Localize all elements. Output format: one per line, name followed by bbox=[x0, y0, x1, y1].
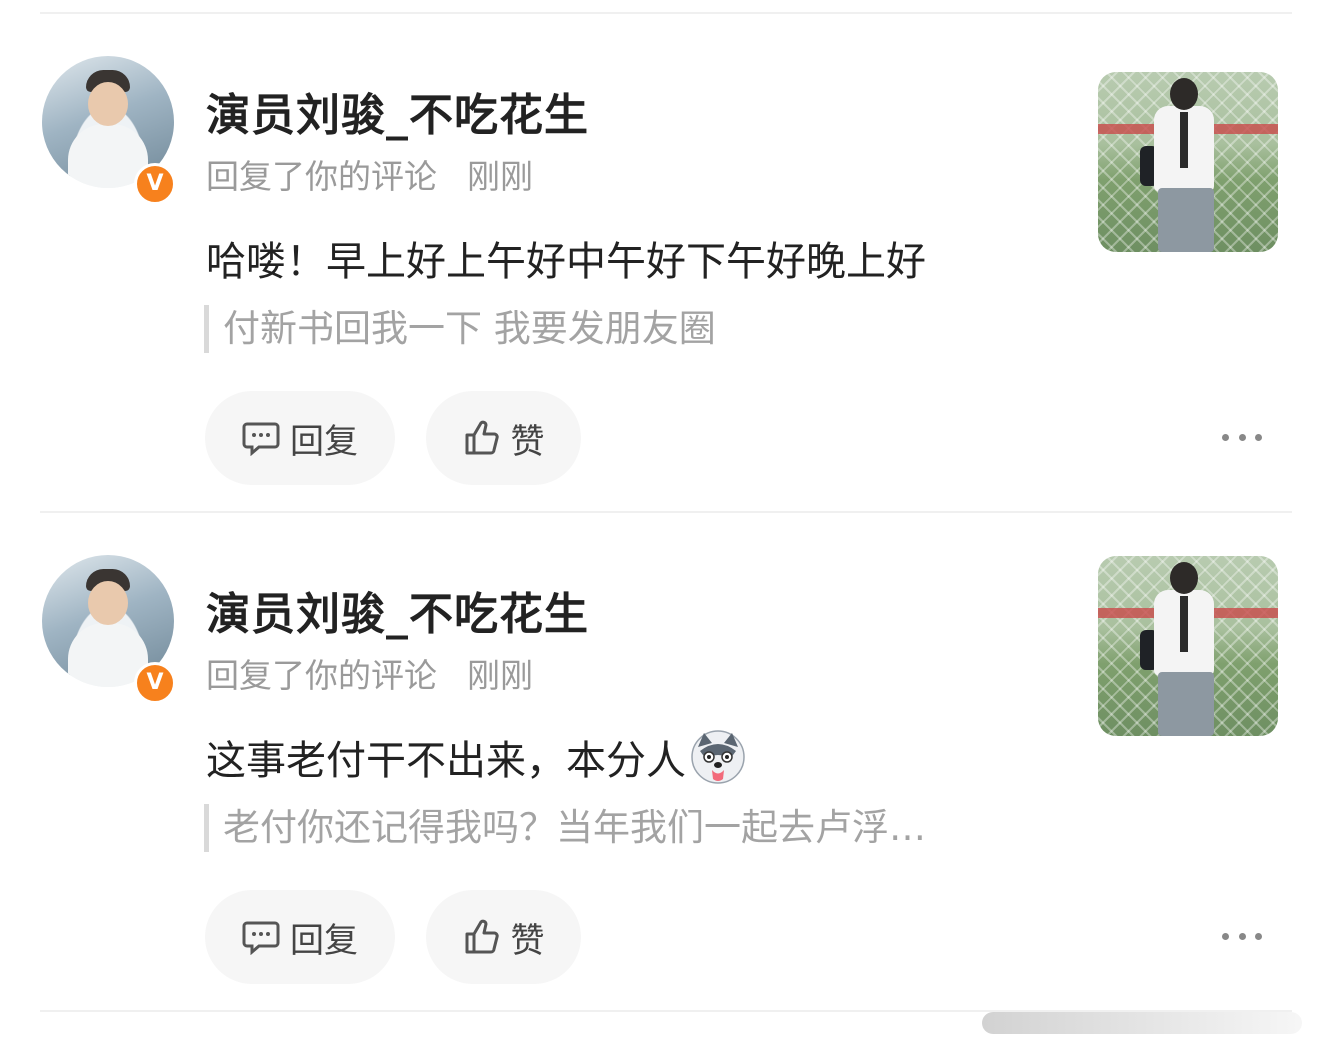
husky-emoji-icon bbox=[691, 730, 745, 784]
quoted-comment[interactable]: 付新书回我一下 我要发朋友圈 bbox=[204, 305, 716, 353]
reply-button[interactable]: 回复 bbox=[205, 391, 395, 485]
post-thumbnail[interactable] bbox=[1098, 72, 1278, 252]
timestamp: 刚刚 bbox=[467, 157, 533, 196]
reply-text: 这事老付干不出来，本分人 bbox=[206, 728, 746, 791]
username[interactable]: 演员刘骏_不吃花生 bbox=[206, 578, 589, 642]
post-thumbnail[interactable] bbox=[1098, 556, 1278, 736]
reply-text-content: 这事老付干不出来，本分人 bbox=[206, 738, 686, 784]
action-text: 回复了你的评论 bbox=[206, 656, 437, 695]
username[interactable]: 演员刘骏_不吃花生 bbox=[206, 79, 589, 143]
more-options-icon[interactable] bbox=[1222, 425, 1262, 449]
reply-text: 哈喽！早上好上午好中午好下午好晚上好 bbox=[206, 239, 926, 285]
comment-meta: 回复了你的评论 刚刚 bbox=[206, 649, 533, 697]
quoted-comment[interactable]: 老付你还记得我吗？当年我们一起去卢浮… bbox=[204, 804, 926, 852]
reply-label: 回复 bbox=[290, 421, 358, 462]
comment-card: V 演员刘骏_不吃花生 回复了你的评论 刚刚 哈喽！早上好上午好中午好下午好晚上好… bbox=[0, 15, 1320, 513]
comment-icon bbox=[242, 921, 280, 955]
verified-badge-icon: V bbox=[134, 163, 176, 205]
thumbs-up-icon bbox=[465, 420, 499, 455]
like-label: 赞 bbox=[510, 421, 545, 462]
comment-icon bbox=[242, 422, 280, 456]
comment-divider bbox=[40, 511, 1292, 513]
like-label: 赞 bbox=[510, 920, 545, 961]
scroll-indicator bbox=[982, 1012, 1302, 1034]
more-options-icon[interactable] bbox=[1222, 924, 1262, 948]
thumbs-up-icon bbox=[465, 919, 499, 954]
reply-label: 回复 bbox=[290, 920, 358, 961]
like-button[interactable]: 赞 bbox=[426, 890, 581, 984]
like-button[interactable]: 赞 bbox=[426, 391, 581, 485]
verified-badge-icon: V bbox=[134, 662, 176, 704]
comment-meta: 回复了你的评论 刚刚 bbox=[206, 150, 533, 198]
action-text: 回复了你的评论 bbox=[206, 157, 437, 196]
comment-card: V 演员刘骏_不吃花生 回复了你的评论 刚刚 这事老付干不出来，本分人 老付你还记… bbox=[0, 514, 1320, 1012]
timestamp: 刚刚 bbox=[467, 656, 533, 695]
reply-button[interactable]: 回复 bbox=[205, 890, 395, 984]
top-divider bbox=[40, 12, 1292, 14]
